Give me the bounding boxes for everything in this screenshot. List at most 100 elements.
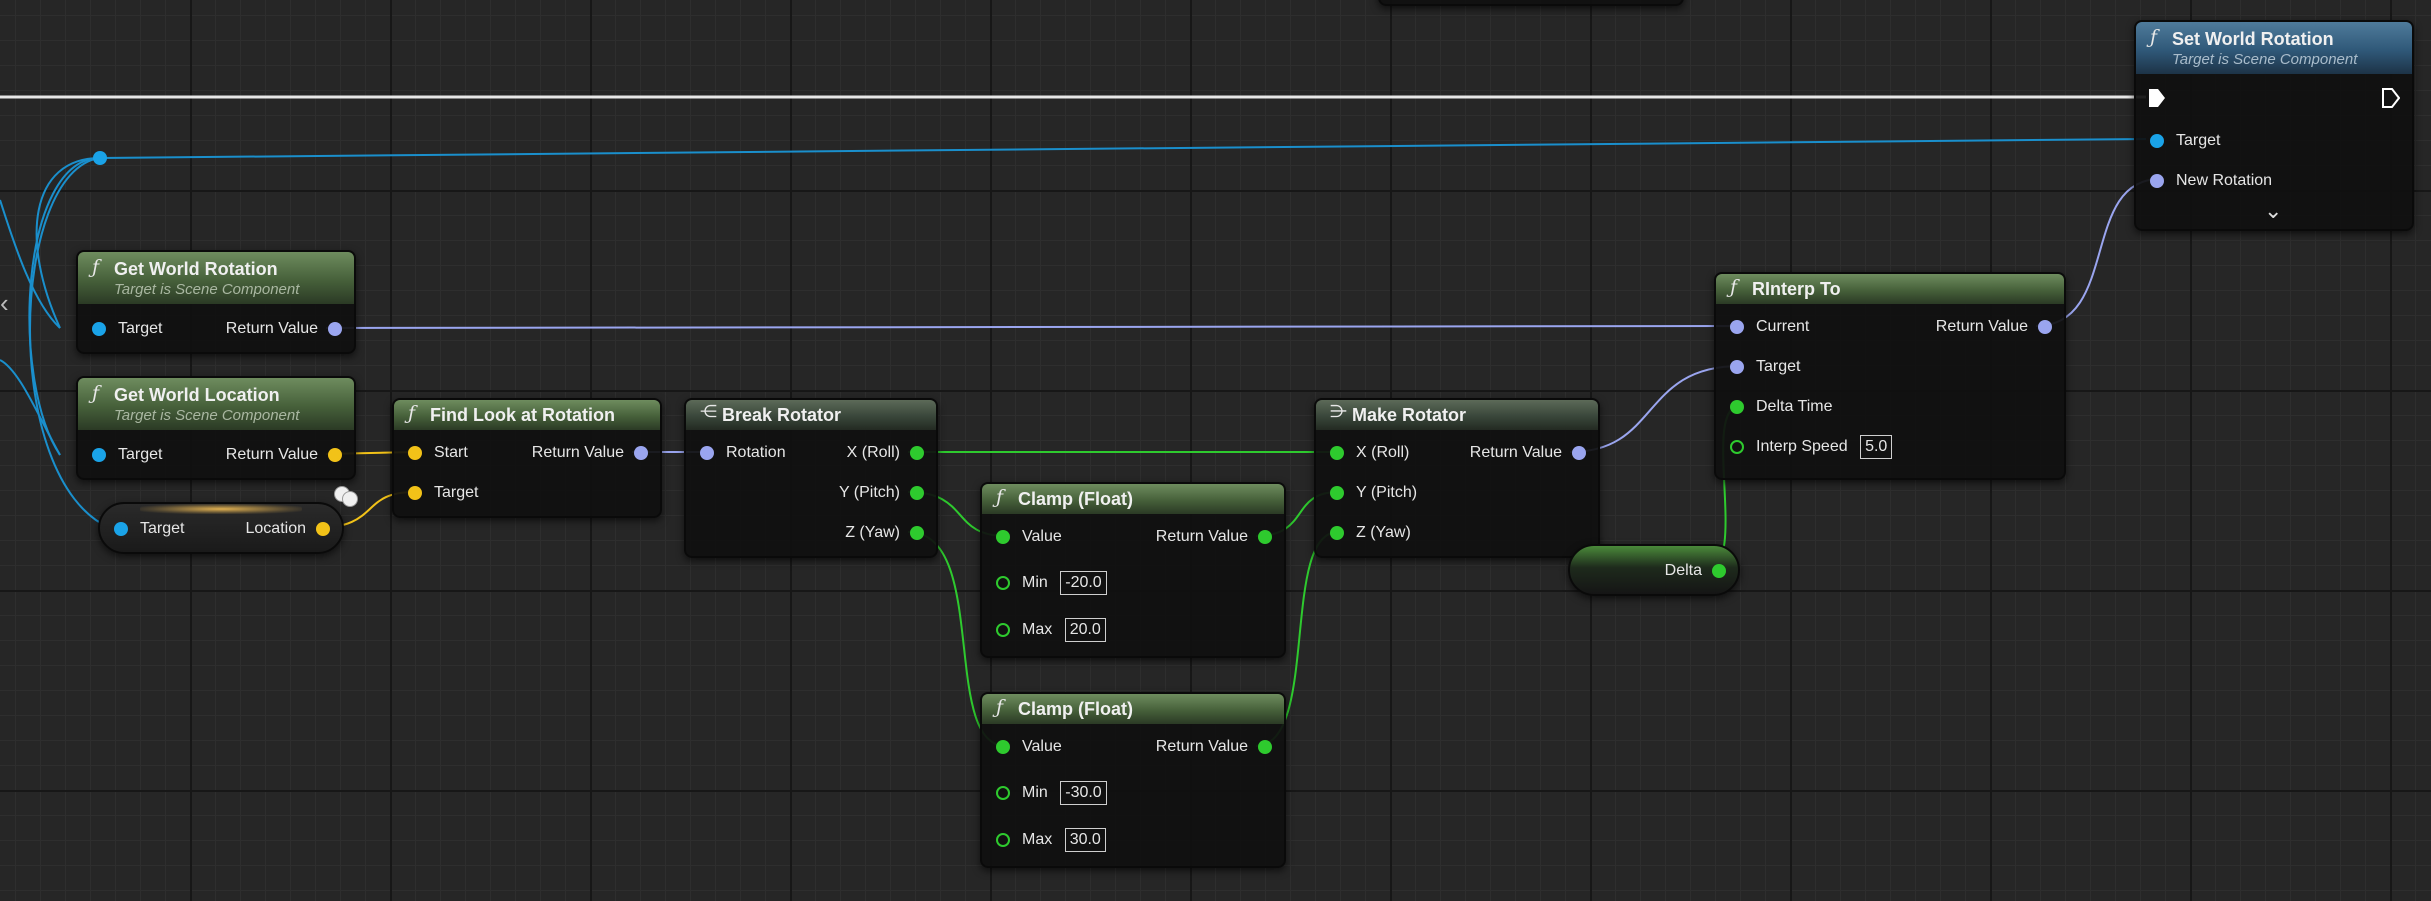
target-pin[interactable]: Target <box>78 442 162 468</box>
delta-time-pin[interactable]: Delta Time <box>1716 394 1832 420</box>
node-title: Get World Location <box>114 385 280 405</box>
rotator-pin-icon <box>1730 360 1744 374</box>
float-pin-icon <box>910 486 924 500</box>
node-header[interactable]: ƒ Clamp (Float) <box>982 694 1284 724</box>
return-value-pin[interactable]: Return Value <box>1936 314 2064 340</box>
target-pin[interactable]: Target <box>100 516 184 542</box>
exec-out-pin-icon[interactable] <box>2382 88 2400 108</box>
pin-label: Return Value <box>1155 528 1248 545</box>
expand-advanced-button[interactable]: ⌄ <box>2264 198 2282 224</box>
target-pin[interactable]: Target <box>1716 354 1800 380</box>
return-value-pin[interactable]: Return Value <box>1470 440 1598 466</box>
return-value-pin[interactable]: Return Value <box>1156 524 1284 550</box>
min-pin[interactable]: Min -30.0 <box>982 780 1107 806</box>
function-icon: ƒ <box>1730 276 1738 298</box>
max-pin[interactable]: Max 20.0 <box>982 617 1106 643</box>
float-pin-icon <box>1330 526 1344 540</box>
node-header[interactable]: ƒ Clamp (Float) <box>982 484 1284 514</box>
node-subtitle: Target is Scene Component <box>114 407 300 424</box>
node-header[interactable]: ƒ Get World Rotation Target is Scene Com… <box>78 252 354 304</box>
node-header[interactable]: ƒ RInterp To <box>1716 274 2064 304</box>
max-pin[interactable]: Max 30.0 <box>982 827 1106 853</box>
target-pin[interactable]: Target <box>2136 128 2220 154</box>
node-title: Make Rotator <box>1352 405 1467 425</box>
make-rotator-node[interactable]: ⋺ Make Rotator X (Roll) Return Value Y (… <box>1314 398 1600 558</box>
x-roll-pin[interactable]: X (Roll) <box>1316 440 1409 466</box>
x-roll-pin[interactable]: X (Roll) <box>847 440 936 466</box>
pin-label: Min <box>1022 784 1048 801</box>
pin-label: Y (Pitch) <box>838 484 900 501</box>
target-pin[interactable]: Target <box>78 316 162 342</box>
float-pin-unconnected-icon <box>996 786 1010 800</box>
delta-variable-node[interactable]: Delta <box>1568 544 1740 596</box>
exec-in-pin-icon[interactable] <box>2148 88 2166 108</box>
rinterp-to-node[interactable]: ƒ RInterp To Current Return Value Target… <box>1714 272 2066 480</box>
value-pin[interactable]: Value <box>982 734 1062 760</box>
max-value-field[interactable]: 20.0 <box>1064 618 1106 642</box>
z-yaw-pin[interactable]: Z (Yaw) <box>845 520 936 546</box>
vector-pin-icon <box>408 486 422 500</box>
node-title: Get World Rotation <box>114 259 278 279</box>
node-title: RInterp To <box>1752 279 1841 299</box>
new-rotation-pin[interactable]: New Rotation <box>2136 168 2272 194</box>
rotation-pin[interactable]: Rotation <box>686 440 786 466</box>
z-yaw-pin[interactable]: Z (Yaw) <box>1316 520 1411 546</box>
y-pitch-pin[interactable]: Y (Pitch) <box>839 480 936 506</box>
pin-label: Target <box>434 484 479 501</box>
rotator-pin-icon <box>1572 446 1586 460</box>
vector-pin-icon <box>316 522 330 536</box>
node-title: Clamp (Float) <box>1018 699 1133 719</box>
pin-label: Value <box>1022 738 1062 755</box>
collapse-arrow-left[interactable]: ‹ <box>0 288 9 319</box>
interp-speed-field[interactable]: 5.0 <box>1860 435 1893 459</box>
object-pin-icon <box>92 322 106 336</box>
clamp-float-node-1[interactable]: ƒ Clamp (Float) Value Return Value Min -… <box>980 482 1286 658</box>
node-title: Set World Rotation <box>2172 29 2334 49</box>
object-pin-icon <box>114 522 128 536</box>
current-pin[interactable]: Current <box>1716 314 1809 340</box>
return-value-pin[interactable]: Return Value <box>532 440 660 466</box>
node-header[interactable]: ƒ Find Look at Rotation <box>394 400 660 430</box>
value-pin[interactable]: Value <box>982 524 1062 550</box>
set-world-rotation-node[interactable]: ƒ Set World Rotation Target is Scene Com… <box>2134 20 2414 231</box>
get-world-rotation-node[interactable]: ƒ Get World Rotation Target is Scene Com… <box>76 250 356 354</box>
location-pin[interactable]: Location <box>246 516 343 542</box>
find-look-at-rotation-node[interactable]: ƒ Find Look at Rotation Start Return Val… <box>392 398 662 518</box>
float-pin-unconnected-icon <box>996 576 1010 590</box>
float-pin-icon <box>1330 446 1344 460</box>
float-pin-icon <box>910 526 924 540</box>
function-icon: ƒ <box>92 382 100 404</box>
target-variable-node[interactable]: Target Location <box>98 502 344 554</box>
float-pin-unconnected-icon <box>996 623 1010 637</box>
pin-label: Interp Speed <box>1756 438 1848 455</box>
pin-label: Value <box>1022 528 1062 545</box>
target-object-wire <box>99 138 2147 159</box>
rotator-pin-icon <box>700 446 714 460</box>
node-header[interactable]: ƒ Get World Location Target is Scene Com… <box>78 378 354 430</box>
function-icon: ƒ <box>92 256 100 278</box>
return-value-pin[interactable]: Return Value <box>226 442 354 468</box>
node-header[interactable]: ⋺ Make Rotator <box>1316 400 1598 430</box>
float-pin-icon <box>1730 400 1744 414</box>
node-header[interactable]: ⋲ Break Rotator <box>686 400 936 430</box>
float-pin-icon <box>1258 530 1272 544</box>
clamp-float-node-2[interactable]: ƒ Clamp (Float) Value Return Value Min -… <box>980 692 1286 868</box>
pin-label: Start <box>434 444 468 461</box>
break-rotator-node[interactable]: ⋲ Break Rotator Rotation X (Roll) Y (Pit… <box>684 398 938 558</box>
start-pin[interactable]: Start <box>394 440 468 466</box>
target-pin[interactable]: Target <box>394 480 478 506</box>
min-pin[interactable]: Min -20.0 <box>982 570 1107 596</box>
interp-speed-pin[interactable]: Interp Speed 5.0 <box>1716 434 1893 460</box>
delta-pin[interactable]: Delta <box>1665 558 1738 584</box>
max-value-field[interactable]: 30.0 <box>1064 828 1106 852</box>
node-header[interactable]: ƒ Set World Rotation Target is Scene Com… <box>2136 22 2412 74</box>
y-pitch-pin[interactable]: Y (Pitch) <box>1316 480 1417 506</box>
pure-cast-icon <box>334 486 358 507</box>
min-value-field[interactable]: -30.0 <box>1060 781 1107 805</box>
get-world-location-node[interactable]: ƒ Get World Location Target is Scene Com… <box>76 376 356 480</box>
offscreen-node[interactable] <box>1378 0 1684 6</box>
return-value-pin[interactable]: Return Value <box>1156 734 1284 760</box>
min-value-field[interactable]: -20.0 <box>1060 571 1107 595</box>
return-value-pin[interactable]: Return Value <box>226 316 354 342</box>
pin-label: X (Roll) <box>1356 444 1410 461</box>
